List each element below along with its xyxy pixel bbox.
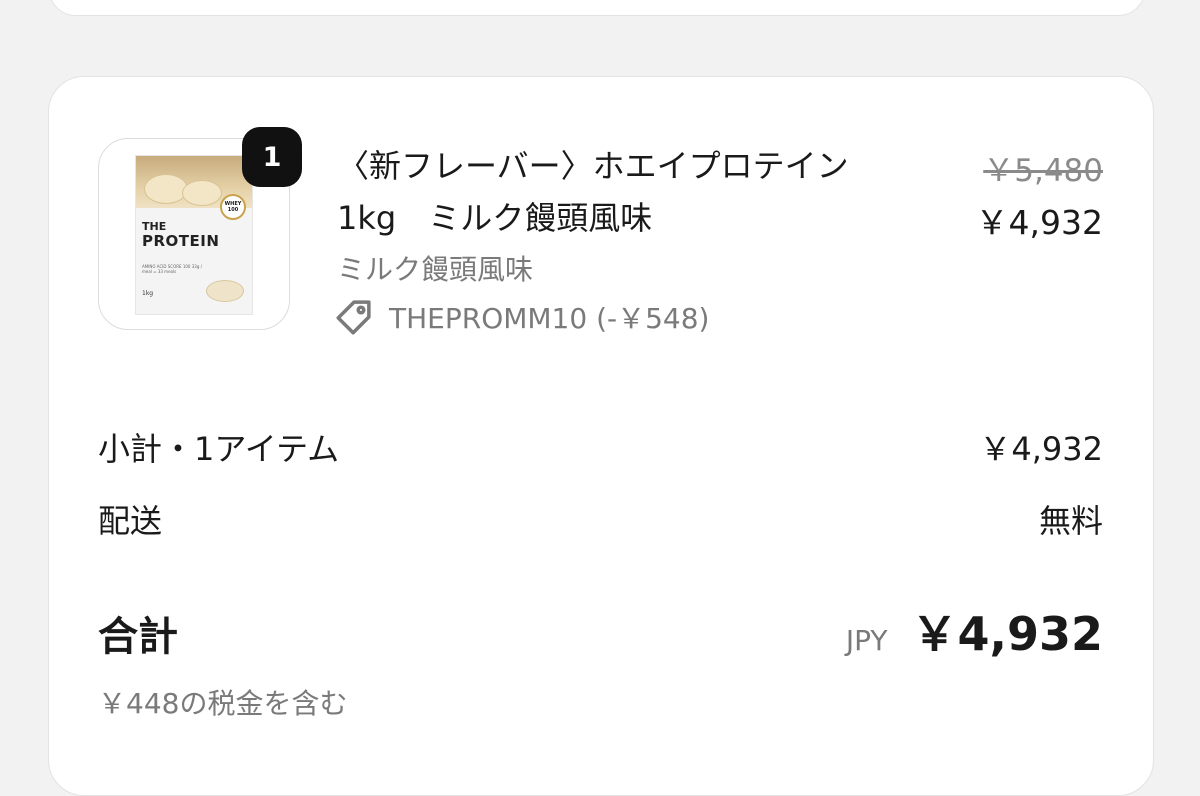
package-brand: THE PROTEIN (142, 220, 242, 250)
previous-card (48, 0, 1146, 16)
total-amount-group: JPY ￥4,932 (846, 598, 1103, 664)
subtotal-row: 小計・1アイテム ￥4,932 (98, 424, 1103, 470)
current-price: ￥4,932 (975, 203, 1103, 242)
package-weight: 1kg (142, 290, 154, 297)
total-row: 合計 JPY ￥4,932 (98, 598, 1103, 664)
package-bun-illustration (206, 280, 244, 302)
whey-badge: WHEY 100 (220, 194, 246, 220)
product-package-image: WHEY 100 THE PROTEIN AMINO ACID SCORE 10… (135, 155, 253, 315)
quantity-badge: 1 (242, 127, 302, 187)
package-small-text: AMINO ACID SCORE 100 33g / meal = 33 mea… (142, 264, 202, 274)
bun-shape (182, 180, 222, 206)
total-amount: ￥4,932 (911, 607, 1103, 661)
subtotal-label: 小計・1アイテム (98, 430, 340, 468)
subtotal-value: ￥4,932 (979, 430, 1103, 468)
product-variant: ミルク饅頭風味 (337, 253, 534, 286)
bun-shape (144, 174, 188, 204)
shipping-value: 無料 (1038, 502, 1103, 540)
shipping-label: 配送 (98, 502, 163, 540)
product-title: 〈新フレーバー〉ホエイプロテイン1kg ミルク饅頭風味 (337, 147, 849, 237)
total-currency: JPY (845, 624, 888, 657)
package-brand-line2: PROTEIN (142, 232, 220, 250)
tag-icon (336, 300, 371, 335)
discount-code-row: THEPROMM10 (-￥548) (333, 296, 709, 338)
shipping-row: 配送 無料 (98, 496, 1103, 542)
total-label: 合計 (98, 614, 178, 660)
tax-note: ￥448の税金を含む (98, 687, 348, 720)
discount-code-text: THEPROMM10 (-￥548) (389, 302, 710, 335)
original-price: ￥5,480 (983, 153, 1103, 189)
